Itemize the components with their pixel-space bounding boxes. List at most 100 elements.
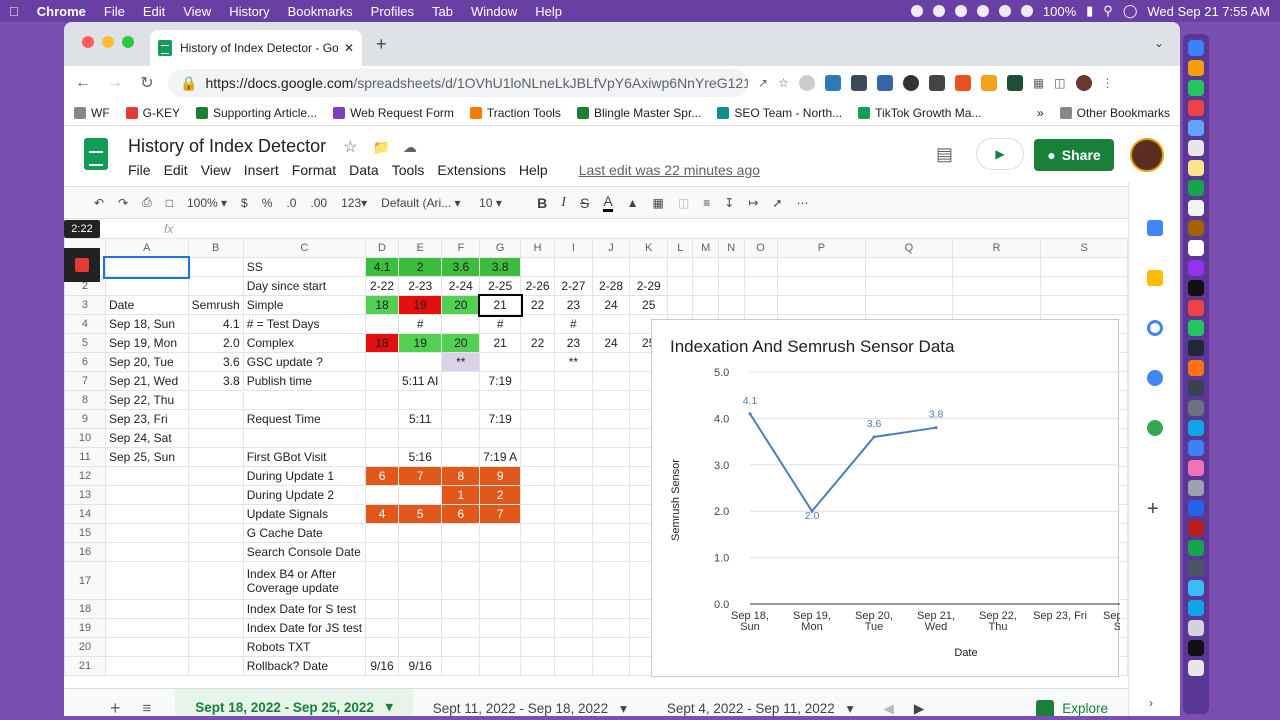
battery-icon[interactable]: ▮ bbox=[1086, 3, 1093, 19]
teams-icon[interactable] bbox=[1188, 500, 1204, 516]
cell-c12[interactable]: During Update 1 bbox=[242, 466, 367, 486]
cell-b7[interactable]: 3.8 bbox=[187, 371, 244, 391]
cell-a11[interactable]: Sep 25, Sun bbox=[104, 447, 189, 467]
cell-i7[interactable] bbox=[554, 371, 593, 391]
fill-color-icon[interactable]: ▲ bbox=[627, 196, 639, 210]
chrome-menu-icon[interactable]: ⋮ bbox=[1102, 76, 1114, 90]
column-header-n[interactable]: N bbox=[718, 238, 745, 258]
cell-j15[interactable] bbox=[591, 523, 631, 543]
cell-c18[interactable]: Index Date for S test bbox=[242, 599, 367, 619]
cell-a16[interactable] bbox=[104, 542, 189, 562]
cell-i4[interactable]: # bbox=[554, 314, 593, 334]
column-header-e[interactable]: E bbox=[397, 238, 443, 258]
tasks-icon[interactable] bbox=[1147, 320, 1163, 336]
row-header[interactable]: 12 bbox=[64, 466, 106, 486]
terminal-icon[interactable] bbox=[1188, 340, 1204, 356]
cell-c13[interactable]: During Update 2 bbox=[242, 485, 367, 505]
firefox-icon[interactable] bbox=[1188, 360, 1204, 376]
cell-empty[interactable] bbox=[667, 257, 694, 277]
account-avatar[interactable] bbox=[1130, 138, 1164, 172]
cell-c19[interactable]: Index Date for JS test bbox=[242, 618, 367, 638]
zoom-select[interactable]: 100% ▾ bbox=[187, 196, 227, 210]
cell-j5[interactable]: 24 bbox=[591, 333, 631, 353]
app-icon[interactable] bbox=[1188, 60, 1204, 76]
font-select[interactable]: Default (Ari... ▾ bbox=[381, 196, 465, 210]
app-icon[interactable] bbox=[1188, 600, 1204, 616]
zoom-window-button[interactable] bbox=[122, 36, 134, 48]
finder-icon[interactable] bbox=[1188, 40, 1204, 56]
cell-i13[interactable] bbox=[554, 485, 593, 505]
status-icon[interactable] bbox=[910, 5, 923, 17]
contacts-icon[interactable] bbox=[1147, 370, 1163, 386]
cell-c15[interactable]: G Cache Date bbox=[242, 523, 367, 543]
reload-icon[interactable]: ↻ bbox=[136, 73, 158, 93]
explore-button[interactable]: Explore bbox=[1036, 699, 1108, 716]
bookmark-item[interactable]: WF bbox=[74, 106, 110, 120]
bookmark-item[interactable]: TikTok Growth Ma... bbox=[858, 106, 981, 120]
cell-e4[interactable]: # bbox=[397, 314, 443, 334]
row-header[interactable]: 4 bbox=[64, 314, 106, 334]
notes-icon[interactable] bbox=[1188, 160, 1204, 176]
app-icon[interactable] bbox=[1188, 460, 1204, 476]
row-header[interactable]: 9 bbox=[64, 409, 106, 429]
app-icon[interactable] bbox=[1188, 580, 1204, 596]
cell-d10[interactable] bbox=[365, 428, 399, 448]
extension-icon[interactable] bbox=[876, 75, 893, 91]
cell-h20[interactable] bbox=[520, 637, 556, 657]
cell-e17[interactable] bbox=[397, 561, 443, 600]
control-center-icon[interactable]: ◯ bbox=[1123, 3, 1138, 19]
cell-e21[interactable]: 9/16 bbox=[397, 656, 443, 676]
row-header[interactable]: 7 bbox=[64, 371, 106, 391]
cell-d13[interactable] bbox=[365, 485, 399, 505]
cell-h14[interactable] bbox=[520, 504, 556, 524]
cell-a21[interactable] bbox=[104, 656, 189, 676]
column-header-b[interactable]: B bbox=[187, 238, 244, 258]
cell-d2[interactable]: 2-22 bbox=[365, 276, 399, 296]
cell-i18[interactable] bbox=[554, 599, 593, 619]
trash-icon[interactable] bbox=[1188, 660, 1204, 676]
share-button[interactable]: ● Share bbox=[1034, 139, 1114, 171]
cell-empty[interactable] bbox=[743, 257, 778, 277]
extension-icon[interactable] bbox=[824, 75, 841, 91]
app-icon[interactable] bbox=[1188, 480, 1204, 496]
cell-f16[interactable] bbox=[441, 542, 481, 562]
cell-g9[interactable]: 7:19 bbox=[479, 409, 522, 429]
cell-a13[interactable] bbox=[104, 485, 189, 505]
podcasts-icon[interactable] bbox=[1188, 260, 1204, 276]
cell-b11[interactable] bbox=[187, 447, 244, 467]
extension-icon[interactable] bbox=[798, 75, 815, 91]
cell-g2[interactable]: 2-25 bbox=[479, 276, 522, 296]
cell-g10[interactable] bbox=[479, 428, 522, 448]
row-header[interactable]: 16 bbox=[64, 542, 106, 562]
cell-a12[interactable] bbox=[104, 466, 189, 486]
cell-a9[interactable]: Sep 23, Fri bbox=[104, 409, 189, 429]
column-header-h[interactable]: H bbox=[520, 238, 556, 258]
cell-h6[interactable] bbox=[520, 352, 556, 372]
other-bookmarks[interactable]: Other Bookmarks bbox=[1059, 106, 1170, 120]
menu-tab[interactable]: Tab bbox=[423, 4, 462, 19]
cell-j17[interactable] bbox=[591, 561, 631, 600]
cell-h11[interactable] bbox=[520, 447, 556, 467]
gear-icon[interactable] bbox=[902, 75, 919, 91]
cell-j3[interactable]: 24 bbox=[591, 295, 631, 315]
bold-button[interactable]: B bbox=[537, 195, 547, 211]
cell-e19[interactable] bbox=[397, 618, 443, 638]
cell-e14[interactable]: 5 bbox=[397, 504, 443, 524]
profile-avatar[interactable] bbox=[1075, 75, 1092, 91]
url-field[interactable]: 🔒 https://docs.google.com /spreadsheets/… bbox=[168, 69, 748, 97]
cell-empty[interactable] bbox=[743, 295, 778, 315]
cell-g7[interactable]: 7:19 bbox=[479, 371, 522, 391]
cell-g16[interactable] bbox=[479, 542, 522, 562]
minimize-window-button[interactable] bbox=[102, 36, 114, 48]
cell-d6[interactable] bbox=[365, 352, 399, 372]
text-wrap-icon[interactable]: ↦ bbox=[748, 196, 758, 210]
cell-d9[interactable] bbox=[365, 409, 399, 429]
cell-empty[interactable] bbox=[776, 295, 867, 315]
cell-c2[interactable]: Day since start bbox=[242, 276, 367, 296]
cell-i11[interactable] bbox=[554, 447, 593, 467]
cell-f14[interactable]: 6 bbox=[441, 504, 481, 524]
column-header-k[interactable]: K bbox=[629, 238, 669, 258]
app-icon[interactable] bbox=[1188, 200, 1204, 216]
cell-g6[interactable] bbox=[479, 352, 522, 372]
back-icon[interactable]: ← bbox=[72, 74, 94, 92]
